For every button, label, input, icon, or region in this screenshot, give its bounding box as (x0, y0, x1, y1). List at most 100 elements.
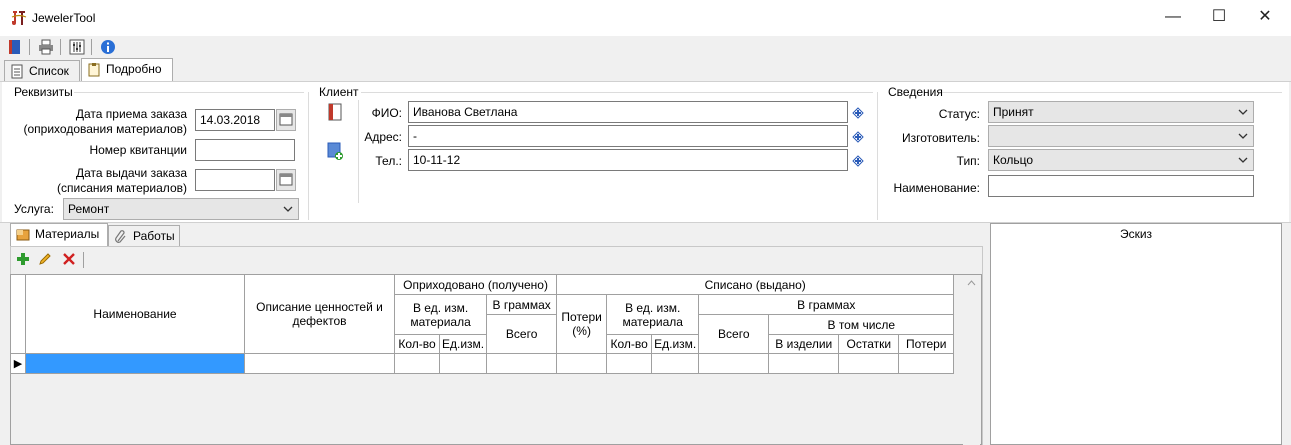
status-value: Принят (993, 105, 1034, 119)
toolbar-separator (29, 39, 30, 55)
toolbar-separator (60, 39, 61, 55)
expand-icon[interactable] (852, 107, 864, 119)
type-label: Тип: (956, 154, 980, 168)
service-select[interactable]: Ремонт (63, 198, 299, 220)
table-cell[interactable] (768, 353, 840, 374)
item-name-field[interactable] (988, 175, 1254, 197)
close-button[interactable]: ✕ (1242, 0, 1288, 34)
tab-details[interactable]: Подробно (81, 58, 173, 82)
receipt-field[interactable] (195, 139, 295, 161)
settings-sliders-icon[interactable] (68, 38, 86, 56)
row-marker[interactable]: ▶ (10, 353, 26, 374)
add-client-icon[interactable] (326, 141, 344, 161)
column-header-wo-unit[interactable]: Ед.изм. (651, 334, 700, 354)
toolbar (0, 36, 1291, 58)
book-icon[interactable] (6, 38, 24, 56)
tab-materials[interactable]: Материалы (10, 223, 108, 246)
add-icon[interactable] (16, 252, 30, 266)
table-cell[interactable] (556, 353, 608, 374)
column-header-unit[interactable]: Ед.изм. (438, 334, 488, 354)
tab-label: Подробно (106, 62, 162, 76)
table-cell[interactable] (698, 353, 770, 374)
column-header-name[interactable]: Наименование (25, 274, 245, 354)
table-cell[interactable] (606, 353, 653, 374)
maker-select[interactable] (988, 125, 1254, 147)
edit-icon[interactable] (38, 252, 52, 266)
receipt-label: Номер квитанции (89, 143, 187, 157)
sketch-title: Эскиз (1119, 227, 1153, 241)
table-cell-selected[interactable] (25, 353, 245, 374)
tab-works[interactable]: Работы (108, 225, 180, 246)
window-title: JewelerTool (32, 11, 96, 25)
delete-icon[interactable] (62, 252, 76, 266)
type-select[interactable]: Кольцо (988, 149, 1254, 171)
group-line (361, 92, 873, 93)
expand-icon[interactable] (852, 131, 864, 143)
calendar-icon (279, 113, 293, 126)
sketch-panel (990, 223, 1282, 445)
vertical-scrollbar[interactable] (963, 275, 980, 445)
table-cell[interactable] (438, 353, 488, 374)
group-title-client: Клиент (319, 85, 359, 99)
title-bar (0, 0, 1291, 36)
column-header-losses[interactable]: Потери (898, 334, 955, 354)
address-label: Адрес: (364, 130, 402, 144)
calendar-button[interactable] (276, 109, 296, 131)
column-header-wo-grams: В граммах (698, 294, 955, 315)
phone-field[interactable]: 10-11-12 (408, 149, 848, 171)
group-divider (877, 92, 878, 220)
scroll-up-icon[interactable] (967, 279, 976, 287)
column-header-wo-units: В ед. изм. материала (606, 294, 700, 335)
info-icon[interactable] (99, 38, 117, 56)
issue-date-field[interactable] (195, 169, 275, 191)
maker-label: Изготовитель: (902, 131, 980, 145)
issue-date-sublabel: (списания материалов) (57, 181, 187, 195)
column-header-received-total[interactable]: Всего (486, 314, 558, 354)
column-header-wo-total[interactable]: Всего (698, 314, 770, 354)
printer-icon[interactable] (37, 38, 55, 56)
table-cell[interactable] (244, 353, 395, 374)
group-line (942, 92, 1282, 93)
column-header-in-item[interactable]: В изделии (768, 334, 840, 354)
row-header-corner (10, 274, 26, 354)
paperclip-icon (115, 230, 126, 243)
calendar-icon (279, 173, 293, 186)
fio-label: ФИО: (371, 106, 402, 120)
column-header-received-units: В ед. изм. материала (393, 294, 488, 335)
column-header-received: Оприходовано (получено) (393, 274, 558, 295)
tab-label: Список (29, 64, 69, 78)
table-cell[interactable] (838, 353, 900, 374)
materials-icon (16, 229, 30, 241)
status-select[interactable]: Принят (988, 101, 1254, 123)
toolbar-separator (91, 39, 92, 55)
issue-date-label: Дата выдачи заказа (75, 166, 187, 180)
client-book-icon[interactable] (326, 102, 344, 122)
tab-label: Материалы (35, 227, 100, 241)
chevron-down-icon (1238, 109, 1248, 115)
column-header-qty[interactable]: Кол-во (394, 334, 440, 354)
order-date-sublabel: (оприходования материалов) (23, 122, 188, 136)
group-title-info: Сведения (888, 85, 943, 99)
chevron-down-icon (1238, 157, 1248, 163)
table-cell[interactable] (651, 353, 700, 374)
order-date-label: Дата приема заказа (75, 107, 187, 121)
fio-field[interactable]: Иванова Светлана (408, 101, 848, 123)
calendar-button[interactable] (276, 169, 296, 191)
order-date-field[interactable]: 14.03.2018 (195, 109, 275, 131)
phone-label: Тел.: (375, 154, 402, 168)
tab-list[interactable]: Список (4, 60, 80, 82)
column-header-received-grams: В граммах (486, 294, 558, 315)
minimize-button[interactable]: — (1150, 0, 1196, 34)
column-header-description[interactable]: Описание ценностей и дефектов (244, 274, 395, 354)
table-cell[interactable] (486, 353, 558, 374)
table-cell[interactable] (898, 353, 955, 374)
group-line (74, 92, 304, 93)
column-header-wo-qty[interactable]: Кол-во (606, 334, 653, 354)
maximize-button[interactable]: ☐ (1196, 0, 1242, 34)
column-header-remains[interactable]: Остатки (838, 334, 900, 354)
column-header-written-off: Списано (выдано) (556, 274, 955, 295)
address-field[interactable]: - (408, 125, 848, 147)
table-cell[interactable] (394, 353, 440, 374)
expand-icon[interactable] (852, 155, 864, 167)
column-header-losses-pct[interactable]: Потери (%) (556, 294, 608, 354)
